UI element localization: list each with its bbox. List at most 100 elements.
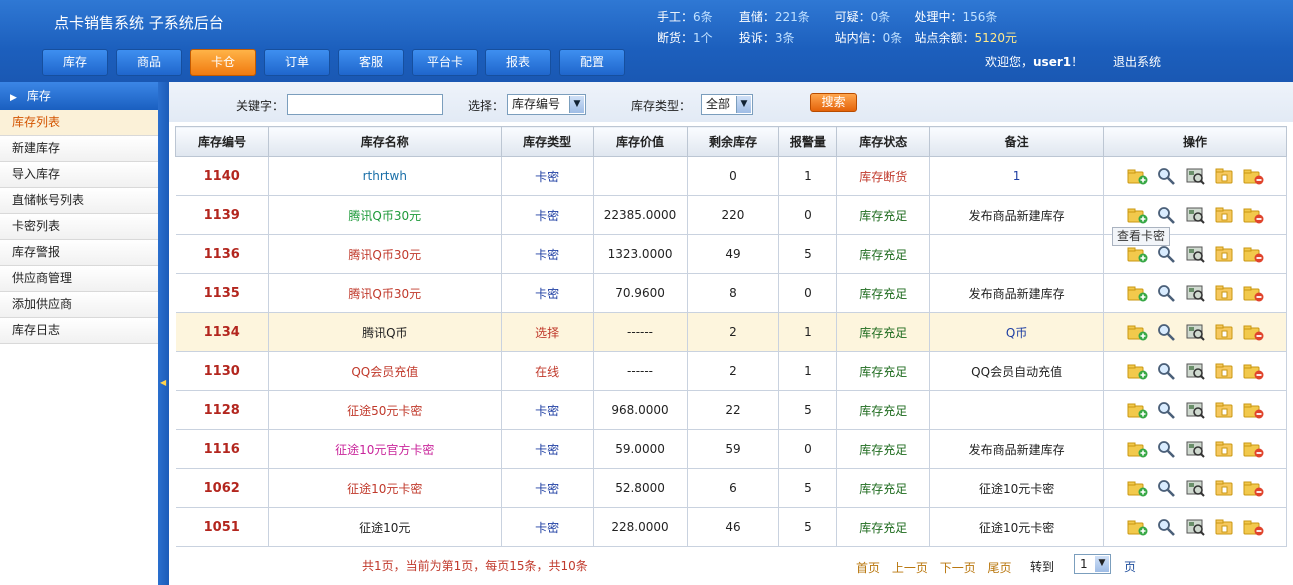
stat-manual[interactable]: 手工：6条 <box>657 8 735 25</box>
cell-actions <box>1103 390 1287 430</box>
delete-card-icon[interactable] <box>1243 518 1264 536</box>
search-icon[interactable] <box>1156 323 1177 341</box>
sidebar-item-inventory-list[interactable]: 库存列表 <box>0 110 158 136</box>
add-card-icon[interactable] <box>1127 401 1148 419</box>
delete-card-icon[interactable] <box>1243 401 1264 419</box>
edit-card-icon[interactable] <box>1214 206 1235 224</box>
cell-value: 22385.0000 <box>593 195 688 235</box>
nav-platform-card[interactable]: 平台卡 <box>412 49 478 76</box>
delete-card-icon[interactable] <box>1243 479 1264 497</box>
edit-card-icon[interactable] <box>1214 362 1235 380</box>
sidebar-header[interactable]: ▶ 库存 <box>0 82 158 110</box>
add-card-icon[interactable] <box>1127 440 1148 458</box>
add-card-icon[interactable] <box>1127 167 1148 185</box>
view-card-icon[interactable] <box>1185 206 1206 224</box>
nav-customer-service[interactable]: 客服 <box>338 49 404 76</box>
sidebar-item-new-inventory[interactable]: 新建库存 <box>0 136 158 162</box>
view-card-icon[interactable] <box>1185 284 1206 302</box>
inventory-type-select[interactable]: 全部 ▼ <box>701 94 753 115</box>
edit-card-icon[interactable] <box>1214 323 1235 341</box>
edit-card-icon[interactable] <box>1214 401 1235 419</box>
cell-id: 1140 <box>175 156 269 196</box>
cell-value: 59.0000 <box>593 429 688 469</box>
view-card-icon[interactable] <box>1185 245 1206 263</box>
prev-page-link[interactable]: 上一页 <box>892 561 928 575</box>
edit-card-icon[interactable] <box>1214 167 1235 185</box>
sidebar-item-card-list[interactable]: 卡密列表 <box>0 214 158 240</box>
nav-reports[interactable]: 报表 <box>485 49 551 76</box>
chevron-down-icon[interactable]: ▼ <box>569 96 584 113</box>
search-icon[interactable] <box>1156 167 1177 185</box>
view-card-icon[interactable] <box>1185 440 1206 458</box>
view-card-icon[interactable] <box>1185 518 1206 536</box>
first-page-link[interactable]: 首页 <box>856 561 880 575</box>
search-button[interactable]: 搜索 <box>810 93 857 112</box>
sidebar-item-inventory-log[interactable]: 库存日志 <box>0 318 158 344</box>
logout-link[interactable]: 退出系统 <box>1113 53 1161 70</box>
view-card-icon[interactable] <box>1185 323 1206 341</box>
sidebar-item-direct-accounts[interactable]: 直储帐号列表 <box>0 188 158 214</box>
add-card-icon[interactable] <box>1127 245 1148 263</box>
chevron-down-icon[interactable]: ▼ <box>736 96 751 113</box>
keyword-input[interactable] <box>287 94 443 115</box>
delete-card-icon[interactable] <box>1243 440 1264 458</box>
stat-processing[interactable]: 处理中：156条 <box>914 8 997 25</box>
nav-config[interactable]: 配置 <box>559 49 625 76</box>
delete-card-icon[interactable] <box>1243 362 1264 380</box>
delete-card-icon[interactable] <box>1243 245 1264 263</box>
nav-orders[interactable]: 订单 <box>264 49 330 76</box>
add-card-icon[interactable] <box>1127 479 1148 497</box>
edit-card-icon[interactable] <box>1214 518 1235 536</box>
cell-value: 70.9600 <box>593 273 688 313</box>
stat-out-of-stock[interactable]: 断货：1个 <box>657 29 735 46</box>
edit-card-icon[interactable] <box>1214 245 1235 263</box>
add-card-icon[interactable] <box>1127 323 1148 341</box>
search-icon[interactable] <box>1156 440 1177 458</box>
search-field-select[interactable]: 库存编号 ▼ <box>507 94 586 115</box>
add-card-icon[interactable] <box>1127 284 1148 302</box>
sidebar-item-add-supplier[interactable]: 添加供应商 <box>0 292 158 318</box>
next-page-link[interactable]: 下一页 <box>940 561 976 575</box>
view-card-icon[interactable] <box>1185 167 1206 185</box>
cell-remaining: 46 <box>687 507 780 547</box>
delete-card-icon[interactable] <box>1243 167 1264 185</box>
search-icon[interactable] <box>1156 479 1177 497</box>
add-card-icon[interactable] <box>1127 518 1148 536</box>
last-page-link[interactable]: 尾页 <box>988 561 1012 575</box>
sidebar-item-supplier-management[interactable]: 供应商管理 <box>0 266 158 292</box>
delete-card-icon[interactable] <box>1243 323 1264 341</box>
collapse-arrow-icon[interactable]: ◀ <box>160 378 166 387</box>
view-card-icon[interactable] <box>1185 362 1206 380</box>
edit-card-icon[interactable] <box>1214 479 1235 497</box>
stat-direct[interactable]: 直储：221条 <box>739 8 831 25</box>
nav-card-warehouse[interactable]: 卡仓 <box>190 49 256 76</box>
search-icon[interactable] <box>1156 518 1177 536</box>
nav-products[interactable]: 商品 <box>116 49 182 76</box>
edit-card-icon[interactable] <box>1214 284 1235 302</box>
view-card-icon[interactable] <box>1185 479 1206 497</box>
inventory-table: 库存编号 库存名称 库存类型 库存价值 剩余库存 报警量 库存状态 备注 操作 … <box>175 126 1287 547</box>
stat-complaints[interactable]: 投诉：3条 <box>739 29 831 46</box>
cell-value: 1323.0000 <box>593 234 688 274</box>
add-card-icon[interactable] <box>1127 362 1148 380</box>
delete-card-icon[interactable] <box>1243 206 1264 224</box>
col-inventory-id: 库存编号 <box>175 126 269 157</box>
search-icon[interactable] <box>1156 245 1177 263</box>
page-select[interactable]: 1 ▼ <box>1074 554 1111 574</box>
sidebar-item-stock-alerts[interactable]: 库存警报 <box>0 240 158 266</box>
search-icon[interactable] <box>1156 206 1177 224</box>
delete-card-icon[interactable] <box>1243 284 1264 302</box>
search-icon[interactable] <box>1156 362 1177 380</box>
search-icon[interactable] <box>1156 401 1177 419</box>
sidebar-item-import-inventory[interactable]: 导入库存 <box>0 162 158 188</box>
stat-suspicious[interactable]: 可疑：0条 <box>835 8 911 25</box>
add-card-icon[interactable] <box>1127 206 1148 224</box>
nav-inventory[interactable]: 库存 <box>42 49 108 76</box>
chevron-down-icon[interactable]: ▼ <box>1095 556 1109 572</box>
stat-messages[interactable]: 站内信：0条 <box>835 29 911 46</box>
view-card-icon[interactable] <box>1185 401 1206 419</box>
edit-card-icon[interactable] <box>1214 440 1235 458</box>
stats-row-2: 断货：1个 投诉：3条 站内信：0条 站点余额：5120元 <box>657 29 1017 50</box>
sidebar-splitter[interactable]: ◀ <box>158 82 169 585</box>
search-icon[interactable] <box>1156 284 1177 302</box>
